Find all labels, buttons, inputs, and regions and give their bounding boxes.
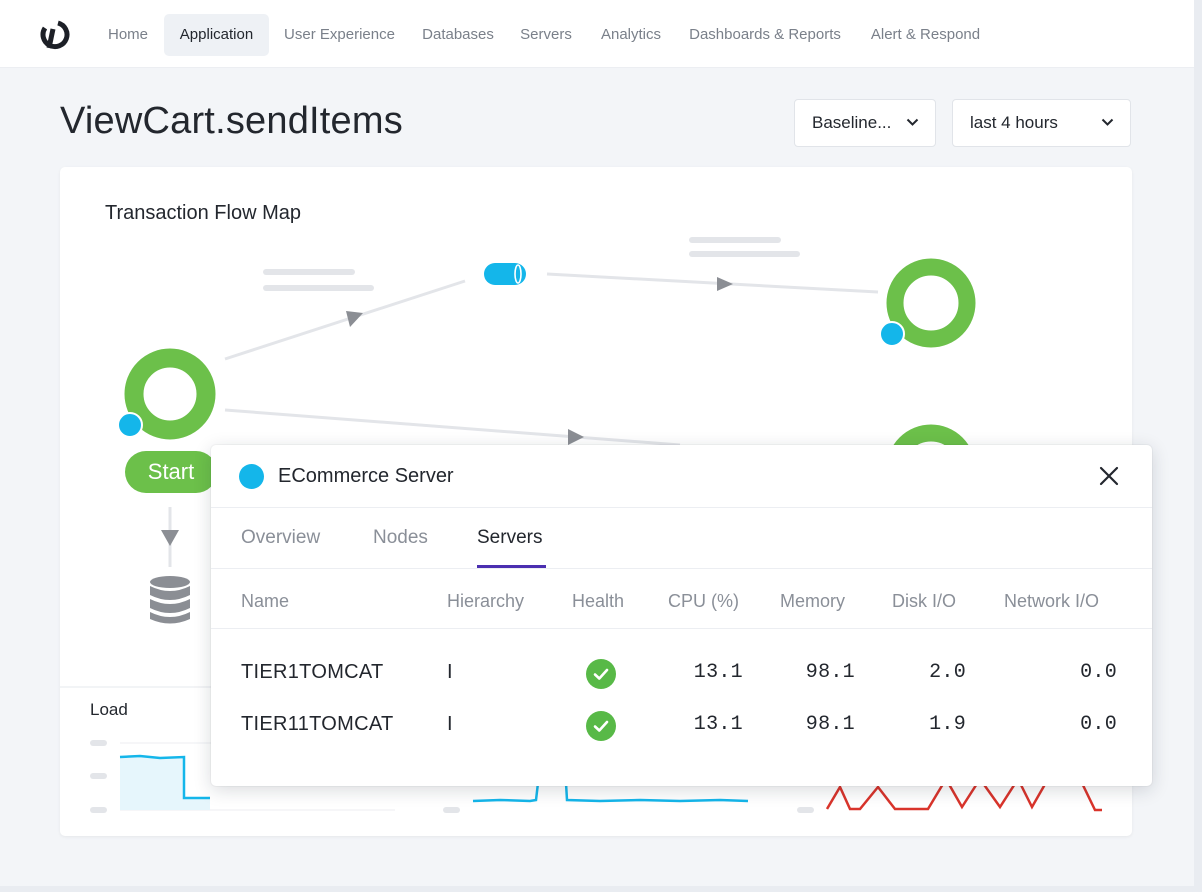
col-header-name[interactable]: Name [241, 591, 289, 612]
top-nav: Home Application User Experience Databas… [0, 0, 1194, 68]
flow-connector [546, 272, 879, 294]
col-header-network-io[interactable]: Network I/O [1004, 591, 1099, 612]
col-header-cpu[interactable]: CPU (%) [668, 591, 739, 612]
col-header-disk-io[interactable]: Disk I/O [892, 591, 956, 612]
time-range-select-value: last 4 hours [970, 113, 1058, 132]
placeholder-label [263, 269, 355, 275]
tick-placeholder [443, 807, 460, 813]
nav-analytics[interactable]: Analytics [591, 14, 671, 56]
start-button[interactable]: Start [125, 451, 217, 493]
flow-arrow-icon [717, 277, 733, 291]
close-icon[interactable] [1098, 465, 1120, 487]
flow-arrow-icon [568, 429, 584, 445]
server-hierarchy: I [447, 713, 453, 735]
flow-connector [224, 279, 466, 361]
nav-application[interactable]: Application [164, 14, 269, 56]
flow-connector [224, 408, 681, 447]
tab-overview[interactable]: Overview [241, 527, 320, 549]
server-memory: 98.1 [805, 661, 855, 684]
col-header-health[interactable]: Health [572, 591, 624, 612]
load-chart-label: Load [90, 700, 128, 719]
chevron-down-icon [906, 118, 919, 126]
app-frame: Home Application User Experience Databas… [0, 0, 1194, 886]
start-node[interactable] [117, 348, 216, 440]
tick-placeholder [90, 773, 107, 779]
app-logo-icon[interactable] [38, 19, 70, 51]
nav-dashboards-reports[interactable]: Dashboards & Reports [682, 14, 848, 56]
baseline-select[interactable]: Baseline... [794, 99, 936, 147]
popup-title: ECommerce Server [278, 465, 454, 487]
flow-arrow-icon [161, 530, 179, 546]
nav-user-experience[interactable]: User Experience [276, 14, 403, 56]
placeholder-label [689, 237, 781, 243]
server-status-dot [239, 464, 264, 489]
tick-placeholder [797, 807, 814, 813]
server-disk-io: 1.9 [929, 713, 966, 736]
placeholder-label [689, 251, 800, 257]
page-title: ViewCart.sendItems [60, 100, 403, 142]
chevron-down-icon [1101, 118, 1114, 126]
tab-servers[interactable]: Servers [477, 527, 542, 549]
nav-alert-respond[interactable]: Alert & Respond [860, 14, 991, 56]
health-ok-icon [586, 659, 616, 689]
table-row[interactable]: TIER1TOMCAT I 13.1 98.1 2.0 0.0 [211, 647, 1152, 699]
server-network-io: 0.0 [1080, 661, 1117, 684]
server-cpu: 13.1 [693, 713, 743, 736]
server-memory: 98.1 [805, 713, 855, 736]
load-sparkline [119, 754, 210, 810]
server-name: TIER1TOMCAT [241, 661, 384, 683]
tick-placeholder [90, 740, 107, 746]
nav-home[interactable]: Home [98, 14, 158, 56]
health-ok-icon [586, 711, 616, 741]
col-header-hierarchy[interactable]: Hierarchy [447, 591, 524, 612]
server-hierarchy: I [447, 661, 453, 683]
server-network-io: 0.0 [1080, 713, 1117, 736]
server-cpu: 13.1 [693, 661, 743, 684]
divider [211, 628, 1152, 629]
tick-placeholder [90, 807, 107, 813]
tab-nodes[interactable]: Nodes [373, 527, 428, 549]
nav-databases[interactable]: Databases [414, 14, 502, 56]
col-header-memory[interactable]: Memory [780, 591, 845, 612]
baseline-select-value: Baseline... [812, 113, 892, 132]
queue-node-icon[interactable] [484, 263, 526, 285]
server-name: TIER11TOMCAT [241, 713, 394, 735]
server-details-popup: ECommerce Server Overview Nodes Servers … [211, 445, 1152, 786]
database-icon[interactable] [150, 576, 190, 624]
divider [211, 568, 1152, 569]
flow-arrow-icon [346, 311, 363, 327]
service-node[interactable] [879, 258, 976, 348]
placeholder-label [263, 285, 374, 291]
table-row[interactable]: TIER11TOMCAT I 13.1 98.1 1.9 0.0 [211, 699, 1152, 751]
server-disk-io: 2.0 [929, 661, 966, 684]
divider [211, 507, 1152, 508]
nav-servers[interactable]: Servers [513, 14, 579, 56]
time-range-select[interactable]: last 4 hours [952, 99, 1131, 147]
